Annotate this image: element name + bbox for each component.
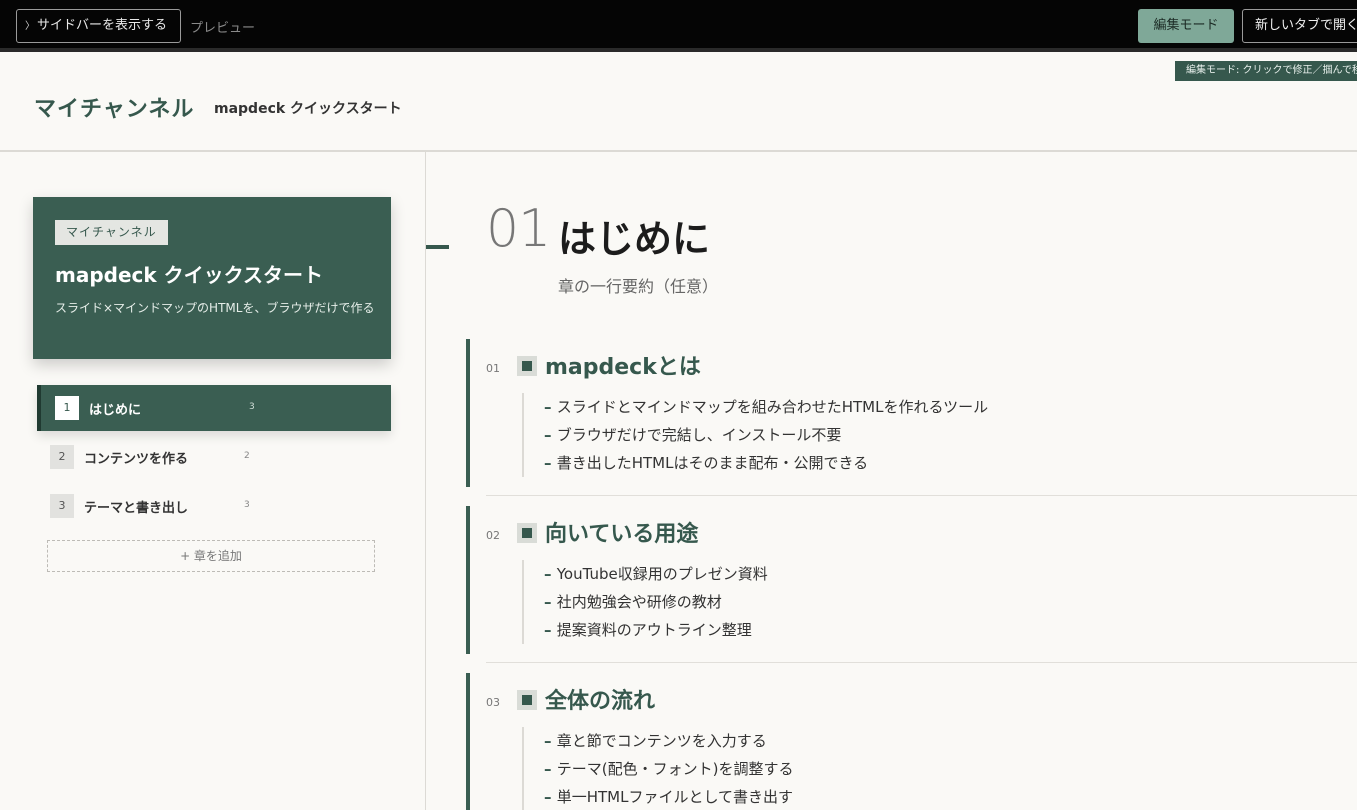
chapter-section-count: 3 bbox=[244, 500, 250, 510]
chapter-item-1[interactable]: 1 はじめに 3 bbox=[37, 385, 391, 431]
bullet-list: YouTube収録用のプレゼン資料 社内勉強会や研修の教材 提案資料のアウトライ… bbox=[522, 560, 768, 644]
chapter-list: 1 はじめに 3 2 コンテンツを作る 2 3 テーマと書き出し 3 bbox=[37, 385, 391, 531]
square-bullet-icon bbox=[517, 523, 537, 543]
chapter-summary[interactable]: 章の一行要約（任意） bbox=[558, 273, 718, 297]
section-number: 03 bbox=[486, 696, 500, 709]
section-number: 01 bbox=[486, 362, 500, 375]
section-card-3[interactable]: 03 全体の流れ 章と節でコンテンツを入力する テーマ(配色・フォント)を調整す… bbox=[466, 673, 1357, 810]
bullet-item[interactable]: YouTube収録用のプレゼン資料 bbox=[544, 560, 768, 588]
section-title[interactable]: 全体の流れ bbox=[545, 683, 655, 715]
cover-title: mapdeck クイックスタート bbox=[55, 263, 324, 287]
chapter-section-count: 3 bbox=[249, 402, 255, 412]
add-chapter-button[interactable]: + 章を追加 bbox=[47, 540, 375, 572]
chapter-title: コンテンツを作る bbox=[84, 452, 189, 467]
chapter-accent-mark bbox=[426, 245, 449, 249]
bullet-item[interactable]: スライドとマインドマップを組み合わせたHTMLを作れるツール bbox=[544, 393, 988, 421]
bullet-item[interactable]: 提案資料のアウトライン整理 bbox=[544, 616, 768, 644]
section-divider bbox=[486, 662, 1357, 663]
bullet-item[interactable]: 社内勉強会や研修の教材 bbox=[544, 588, 768, 616]
chapter-number-large: 01 bbox=[486, 199, 551, 259]
chapter-item-2[interactable]: 2 コンテンツを作る 2 bbox=[37, 433, 391, 481]
top-toolbar: 〉サイドバーを表示する プレビュー 編集モード 新しいタブで開く bbox=[0, 0, 1357, 52]
square-bullet-icon bbox=[517, 690, 537, 710]
chevron-right-icon: 〉 bbox=[25, 21, 35, 32]
section-card-2[interactable]: 02 向いている用途 YouTube収録用のプレゼン資料 社内勉強会や研修の教材… bbox=[466, 506, 1357, 654]
cover-card[interactable]: マイチャンネル mapdeck クイックスタート スライド×マインドマップのHT… bbox=[33, 197, 391, 359]
chapter-title: はじめに bbox=[89, 403, 142, 418]
edit-mode-button[interactable]: 編集モード bbox=[1138, 9, 1234, 43]
bullet-list: スライドとマインドマップを組み合わせたHTMLを作れるツール ブラウザだけで完結… bbox=[522, 393, 988, 477]
show-sidebar-label: サイドバーを表示する bbox=[37, 18, 168, 33]
section-title[interactable]: 向いている用途 bbox=[545, 516, 698, 548]
bullet-item[interactable]: ブラウザだけで完結し、インストール不要 bbox=[544, 421, 988, 449]
section-title[interactable]: mapdeckとは bbox=[545, 349, 701, 381]
channel-name[interactable]: マイチャンネル bbox=[34, 91, 194, 123]
cover-channel-badge: マイチャンネル bbox=[55, 220, 168, 245]
bullet-item[interactable]: 単一HTMLファイルとして書き出す bbox=[544, 783, 793, 810]
deck-header: 編集モード: クリックで修正／掴んで移動 マイチャンネル mapdeck クイッ… bbox=[0, 56, 1357, 152]
chapter-section-count: 2 bbox=[244, 451, 250, 461]
section-card-1[interactable]: 01 mapdeckとは スライドとマインドマップを組み合わせたHTMLを作れる… bbox=[466, 339, 1357, 487]
show-sidebar-button[interactable]: 〉サイドバーを表示する bbox=[16, 9, 181, 43]
chapter-number: 2 bbox=[50, 445, 74, 469]
bullet-item[interactable]: 章と節でコンテンツを入力する bbox=[544, 727, 793, 755]
chapter-title: テーマと書き出し bbox=[84, 501, 189, 516]
bullet-item[interactable]: テーマ(配色・フォント)を調整する bbox=[544, 755, 794, 783]
square-bullet-icon bbox=[517, 356, 537, 376]
bullet-list: 章と節でコンテンツを入力する テーマ(配色・フォント)を調整する 単一HTMLフ… bbox=[522, 727, 793, 810]
chapter-sidebar: マイチャンネル mapdeck クイックスタート スライド×マインドマップのHT… bbox=[0, 152, 426, 810]
preview-tab[interactable]: プレビュー bbox=[190, 17, 255, 36]
section-divider bbox=[486, 495, 1357, 496]
cover-description: スライド×マインドマップのHTMLを、ブラウザだけで作る bbox=[55, 301, 375, 315]
deck-title[interactable]: mapdeck クイックスタート bbox=[214, 98, 402, 118]
section-number: 02 bbox=[486, 529, 500, 542]
chapter-number: 3 bbox=[50, 494, 74, 518]
slide-canvas: 01 はじめに 章の一行要約（任意） 01 mapdeckとは スライドとマイン… bbox=[426, 152, 1357, 810]
chapter-item-3[interactable]: 3 テーマと書き出し 3 bbox=[37, 482, 391, 530]
edit-mode-hint: 編集モード: クリックで修正／掴んで移動 bbox=[1175, 61, 1357, 81]
chapter-number: 1 bbox=[55, 396, 79, 420]
open-new-tab-button[interactable]: 新しいタブで開く bbox=[1242, 9, 1357, 43]
bullet-item[interactable]: 書き出したHTMLはそのまま配布・公開できる bbox=[544, 449, 988, 477]
chapter-heading[interactable]: はじめに bbox=[558, 208, 710, 263]
